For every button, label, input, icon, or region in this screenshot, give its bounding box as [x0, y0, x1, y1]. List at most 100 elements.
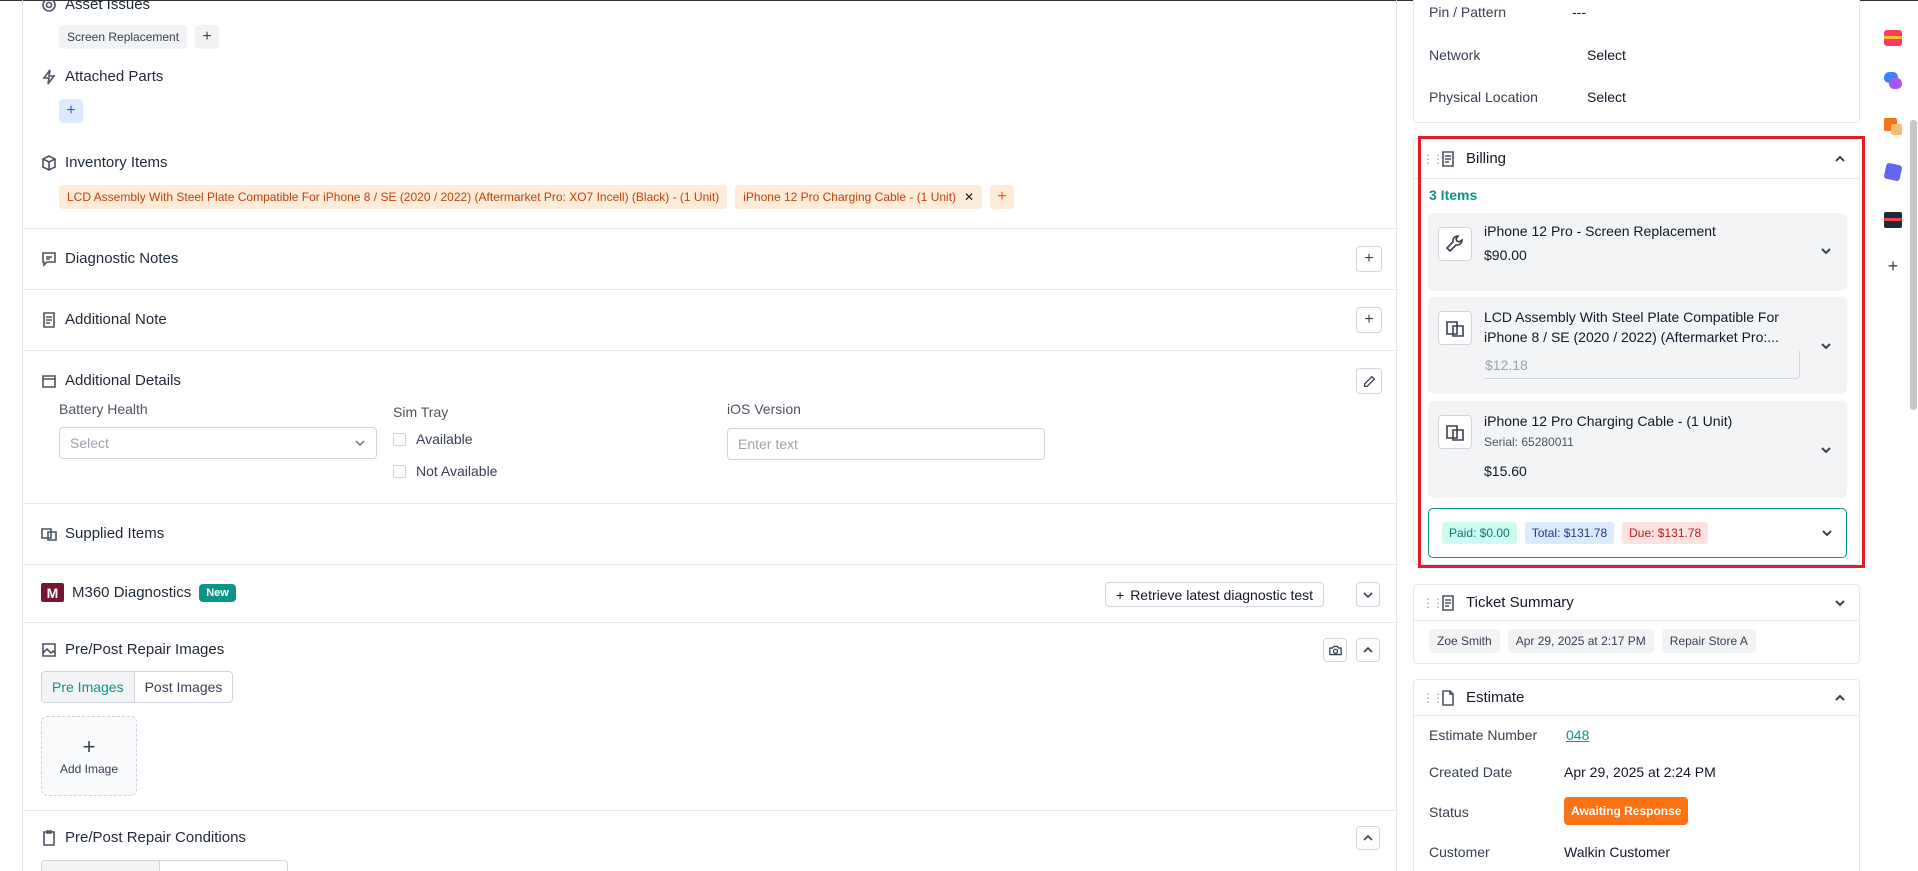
diagnostic-notes-section: Diagnostic Notes + — [23, 229, 1396, 290]
pencil-icon — [1363, 375, 1375, 387]
estimate-header[interactable]: ⋮⋮ Estimate — [1414, 680, 1859, 716]
created-date-label: Created Date — [1429, 764, 1513, 780]
calendar-icon — [42, 374, 56, 388]
battery-health-label: Battery Health — [59, 401, 148, 417]
repair-conditions-collapse-button[interactable] — [1356, 826, 1380, 850]
add-app-icon[interactable]: + — [1885, 257, 1901, 275]
asset-issues-title: Asset Issues — [41, 0, 150, 13]
ios-version-input[interactable]: Enter text — [727, 428, 1045, 460]
chevron-down-icon[interactable] — [1833, 596, 1847, 610]
issues-section: Asset Issues Screen Replacement + Attach… — [23, 0, 1396, 229]
sim-available-option[interactable]: Available — [393, 431, 473, 447]
tab-pre-conditions[interactable] — [42, 861, 160, 871]
image-tabs: Pre Images Post Images — [41, 671, 234, 703]
chevron-down-icon — [1363, 591, 1373, 598]
new-badge: New — [199, 583, 236, 602]
close-icon[interactable]: ✕ — [964, 190, 974, 204]
chevron-up-icon — [1363, 834, 1373, 841]
repair-conditions-title: Pre/Post Repair Conditions — [41, 829, 246, 846]
chevron-down-icon — [355, 440, 365, 447]
device-info-card: Pin / Pattern --- Network Select Physica… — [1413, 0, 1860, 123]
scrollbar[interactable] — [1910, 120, 1917, 410]
pin-pattern-value: --- — [1572, 4, 1586, 20]
retrieve-diagnostic-button[interactable]: + Retrieve latest diagnostic test — [1105, 582, 1325, 607]
physical-location-label: Physical Location — [1429, 89, 1538, 105]
created-date-value: Apr 29, 2025 at 2:24 PM — [1564, 764, 1716, 780]
ticket-summary-header[interactable]: ⋮⋮ Ticket Summary — [1414, 585, 1859, 621]
additional-note-section: Additional Note + — [23, 290, 1396, 351]
issue-chip[interactable]: Screen Replacement — [59, 25, 188, 49]
gear-icon — [42, 0, 56, 12]
card-icon[interactable] — [1884, 212, 1902, 228]
drag-handle-icon[interactable]: ⋮⋮ — [1422, 691, 1444, 705]
main-panel: Asset Issues Screen Replacement + Attach… — [22, 0, 1397, 871]
plus-icon: + — [82, 734, 96, 759]
supplied-items-section: Supplied Items — [23, 504, 1396, 565]
repair-images-title: Pre/Post Repair Images — [41, 641, 224, 658]
billing-highlight — [1418, 136, 1865, 568]
network-label: Network — [1429, 47, 1481, 63]
add-issue-button[interactable]: + — [195, 25, 220, 49]
inventory-chip[interactable]: iPhone 12 Pro Charging Cable - (1 Unit) … — [735, 185, 983, 209]
sim-not-available-checkbox[interactable] — [393, 464, 406, 478]
additional-details-title: Additional Details — [41, 372, 181, 389]
image-icon — [42, 642, 56, 657]
gift-icon[interactable] — [1884, 30, 1902, 46]
note-icon — [43, 311, 55, 328]
customer-value: Walkin Customer — [1564, 844, 1671, 860]
tab-post-images[interactable]: Post Images — [135, 672, 233, 702]
repair-images-collapse-button[interactable] — [1356, 638, 1380, 662]
receipt-icon — [1440, 594, 1456, 611]
camera-icon — [1328, 645, 1342, 655]
add-inventory-button[interactable]: + — [990, 185, 1015, 209]
m360-logo: M — [41, 583, 64, 602]
add-diagnostic-note-button[interactable]: + — [1356, 246, 1382, 272]
condition-tabs — [41, 860, 288, 871]
sim-not-available-option[interactable]: Not Available — [393, 463, 497, 479]
m360-expand-button[interactable] — [1356, 582, 1380, 607]
estimate-number-link[interactable]: 048 — [1566, 727, 1589, 743]
clipboard-icon — [43, 829, 55, 846]
attached-parts-title: Attached Parts — [41, 68, 163, 85]
tab-post-conditions[interactable] — [160, 861, 287, 871]
box-icon — [42, 154, 56, 171]
diagnostic-notes-title: Diagnostic Notes — [41, 250, 178, 267]
document-icon — [1440, 689, 1456, 706]
plus-icon: + — [1116, 586, 1125, 603]
devices-icon — [41, 527, 57, 541]
network-select[interactable]: Select — [1587, 47, 1626, 63]
status-badge: Awaiting Response — [1564, 797, 1689, 825]
chevron-up-icon — [1363, 646, 1373, 653]
cube-icon[interactable] — [1883, 162, 1903, 182]
m360-title: M M360 Diagnostics New — [41, 583, 236, 602]
ticket-summary-chips: Zoe Smith Apr 29, 2025 at 2:17 PM Repair… — [1429, 629, 1756, 653]
edit-details-button[interactable] — [1356, 368, 1382, 394]
estimate-card: ⋮⋮ Estimate Estimate Number 048 Created … — [1413, 679, 1860, 871]
camera-button[interactable] — [1323, 638, 1347, 662]
supplied-items-title: Supplied Items — [41, 525, 164, 542]
notes-icon[interactable] — [1884, 118, 1902, 136]
drag-handle-icon[interactable]: ⋮⋮ — [1422, 596, 1444, 610]
asset-issues-chips: Screen Replacement + — [59, 25, 220, 49]
sim-available-checkbox[interactable] — [393, 432, 406, 446]
assignee-chip: Zoe Smith — [1429, 629, 1500, 653]
pin-pattern-label: Pin / Pattern — [1429, 4, 1507, 20]
add-part-button[interactable]: + — [59, 99, 83, 123]
sim-tray-label: Sim Tray — [393, 404, 449, 420]
chat-icon[interactable] — [1884, 72, 1902, 90]
add-image-button[interactable]: + Add Image — [41, 716, 137, 796]
additional-note-title: Additional Note — [41, 311, 167, 328]
tab-pre-images[interactable]: Pre Images — [42, 672, 135, 702]
battery-health-select[interactable]: Select — [59, 427, 377, 459]
ios-version-label: iOS Version — [727, 401, 801, 417]
ticket-summary-card: ⋮⋮ Ticket Summary Zoe Smith Apr 29, 2025… — [1413, 584, 1860, 664]
status-label: Status — [1429, 804, 1469, 820]
inventory-chip[interactable]: LCD Assembly With Steel Plate Compatible… — [59, 185, 728, 209]
additional-details-section: Additional Details Battery Health Select… — [23, 351, 1396, 504]
repair-images-section: Pre/Post Repair Images Pre Images Post I… — [23, 623, 1396, 811]
message-icon — [42, 251, 56, 267]
add-additional-note-button[interactable]: + — [1356, 307, 1382, 333]
store-chip: Repair Store A — [1661, 629, 1756, 653]
chevron-up-icon[interactable] — [1833, 691, 1847, 705]
physical-location-select[interactable]: Select — [1587, 89, 1626, 105]
